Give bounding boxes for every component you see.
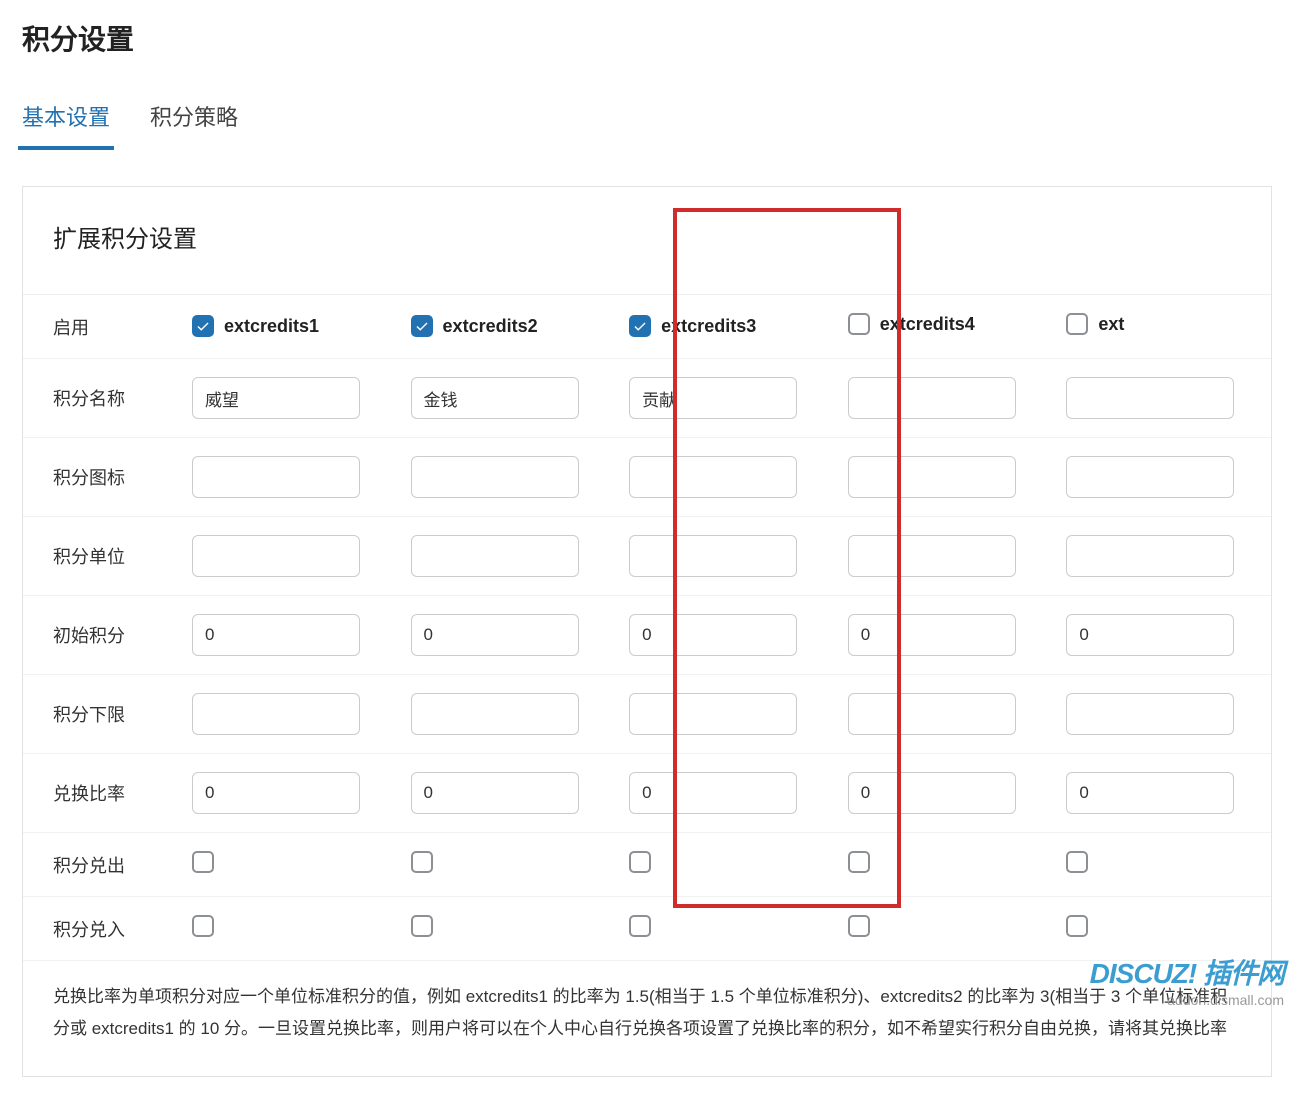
unit-input-c4[interactable] bbox=[848, 535, 1016, 577]
lower-input-c2[interactable] bbox=[411, 693, 579, 735]
column-header-c1: extcredits1 bbox=[224, 316, 319, 337]
out-checkbox-c3[interactable] bbox=[629, 851, 651, 873]
unit-input-c2[interactable] bbox=[411, 535, 579, 577]
enable-checkbox-c5[interactable] bbox=[1066, 313, 1088, 335]
settings-panel: 扩展积分设置 启用 extcredits1 extcredits2 bbox=[22, 186, 1272, 1077]
in-checkbox-c1[interactable] bbox=[192, 915, 214, 937]
column-header-c2: extcredits2 bbox=[443, 316, 538, 337]
ratio-input-c4[interactable] bbox=[848, 772, 1016, 814]
ratio-input-c1[interactable] bbox=[192, 772, 360, 814]
lower-input-c5[interactable] bbox=[1066, 693, 1234, 735]
initial-input-c5[interactable] bbox=[1066, 614, 1234, 656]
out-checkbox-c2[interactable] bbox=[411, 851, 433, 873]
tab-basic[interactable]: 基本设置 bbox=[22, 86, 110, 150]
footnote-text: 兑换比率为单项积分对应一个单位标准积分的值，例如 extcredits1 的比率… bbox=[23, 961, 1271, 1076]
section-title: 扩展积分设置 bbox=[23, 187, 1271, 295]
tabs: 基本设置 积分策略 bbox=[22, 86, 1272, 150]
row-label-name: 积分名称 bbox=[23, 359, 178, 438]
out-checkbox-c1[interactable] bbox=[192, 851, 214, 873]
icon-input-c3[interactable] bbox=[629, 456, 797, 498]
in-checkbox-c2[interactable] bbox=[411, 915, 433, 937]
row-label-lower: 积分下限 bbox=[23, 675, 178, 754]
row-label-icon: 积分图标 bbox=[23, 438, 178, 517]
column-header-c4: extcredits4 bbox=[880, 314, 975, 335]
name-input-c3[interactable] bbox=[629, 377, 797, 419]
row-label-enable: 启用 bbox=[23, 295, 178, 359]
lower-input-c4[interactable] bbox=[848, 693, 1016, 735]
page-title: 积分设置 bbox=[22, 18, 1272, 58]
enable-checkbox-c1[interactable] bbox=[192, 315, 214, 337]
unit-input-c3[interactable] bbox=[629, 535, 797, 577]
name-input-c4[interactable] bbox=[848, 377, 1016, 419]
row-label-in: 积分兑入 bbox=[23, 897, 178, 961]
in-checkbox-c3[interactable] bbox=[629, 915, 651, 937]
enable-checkbox-c3[interactable] bbox=[629, 315, 651, 337]
icon-input-c5[interactable] bbox=[1066, 456, 1234, 498]
tab-policy[interactable]: 积分策略 bbox=[150, 86, 238, 150]
initial-input-c2[interactable] bbox=[411, 614, 579, 656]
initial-input-c1[interactable] bbox=[192, 614, 360, 656]
lower-input-c3[interactable] bbox=[629, 693, 797, 735]
enable-checkbox-c4[interactable] bbox=[848, 313, 870, 335]
enable-checkbox-c2[interactable] bbox=[411, 315, 433, 337]
initial-input-c4[interactable] bbox=[848, 614, 1016, 656]
name-input-c2[interactable] bbox=[411, 377, 579, 419]
unit-input-c1[interactable] bbox=[192, 535, 360, 577]
out-checkbox-c4[interactable] bbox=[848, 851, 870, 873]
column-header-c5: ext bbox=[1098, 314, 1124, 335]
ratio-input-c2[interactable] bbox=[411, 772, 579, 814]
lower-input-c1[interactable] bbox=[192, 693, 360, 735]
out-checkbox-c5[interactable] bbox=[1066, 851, 1088, 873]
settings-table: 启用 extcredits1 extcredits2 bbox=[23, 295, 1271, 961]
icon-input-c2[interactable] bbox=[411, 456, 579, 498]
row-label-initial: 初始积分 bbox=[23, 596, 178, 675]
name-input-c1[interactable] bbox=[192, 377, 360, 419]
column-header-c3: extcredits3 bbox=[661, 316, 756, 337]
row-label-ratio: 兑换比率 bbox=[23, 754, 178, 833]
name-input-c5[interactable] bbox=[1066, 377, 1234, 419]
row-label-unit: 积分单位 bbox=[23, 517, 178, 596]
in-checkbox-c4[interactable] bbox=[848, 915, 870, 937]
ratio-input-c3[interactable] bbox=[629, 772, 797, 814]
initial-input-c3[interactable] bbox=[629, 614, 797, 656]
ratio-input-c5[interactable] bbox=[1066, 772, 1234, 814]
in-checkbox-c5[interactable] bbox=[1066, 915, 1088, 937]
row-label-out: 积分兑出 bbox=[23, 833, 178, 897]
unit-input-c5[interactable] bbox=[1066, 535, 1234, 577]
icon-input-c1[interactable] bbox=[192, 456, 360, 498]
icon-input-c4[interactable] bbox=[848, 456, 1016, 498]
